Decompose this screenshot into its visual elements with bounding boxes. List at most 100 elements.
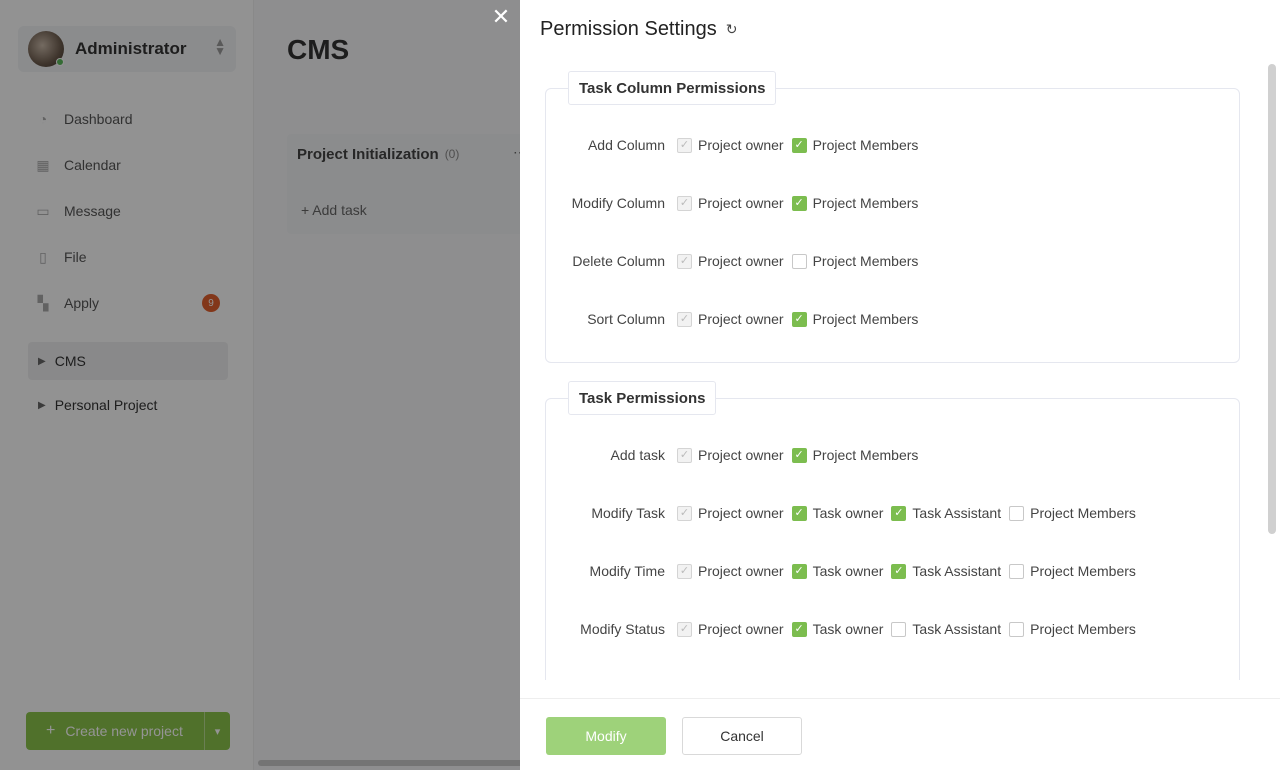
option-label: Project Members [812, 195, 919, 211]
permission-row: Add task ✓ Project owner ✓ Project Members [546, 444, 1241, 466]
checkbox-disabled: ✓ [677, 505, 692, 521]
permission-label: Add Column [587, 137, 665, 153]
option-label: Project owner [698, 311, 784, 327]
checkbox-disabled [677, 679, 692, 680]
permission-row-partial [546, 676, 1241, 680]
permission-row: Add Column ✓ Project owner ✓ Project Membe… [546, 134, 1241, 156]
checkbox-disabled: ✓ [677, 253, 692, 269]
checkbox-checked[interactable]: ✓ [891, 563, 907, 579]
checkbox-unchecked[interactable] [1009, 621, 1025, 637]
modify-button[interactable]: Modify [546, 717, 666, 755]
option-label: Project Members [1030, 621, 1136, 637]
checkbox-project-members[interactable]: Project Members [1009, 505, 1136, 521]
option-label: Project Members [1030, 563, 1136, 579]
checkbox-disabled: ✓ [677, 447, 692, 463]
checkbox-disabled: ✓ [677, 137, 692, 153]
checkbox-checked[interactable]: ✓ [791, 621, 807, 637]
section-title: Task Permissions [568, 381, 717, 415]
permission-label: Modify Time [589, 563, 665, 579]
permission-label: Modify Status [580, 621, 665, 637]
option-label: Project Members [1030, 505, 1136, 521]
checkbox-checked[interactable]: ✓ [791, 311, 807, 327]
checkbox-project-owner: ✓ Project owner [677, 563, 784, 579]
permission-row: Modify Task ✓ Project owner ✓ Task owner ✓… [546, 502, 1241, 524]
option-label: Project owner [698, 505, 784, 521]
permission-row: Delete Column ✓ Project owner Project Mem… [546, 250, 1241, 272]
drawer-body: Task Column Permissions Add Column ✓ Proj… [520, 60, 1266, 680]
checkbox-disabled: ✓ [677, 311, 692, 327]
option-label: Task owner [812, 621, 884, 637]
checkbox-unchecked[interactable] [891, 621, 907, 637]
vertical-scrollbar[interactable] [1265, 62, 1277, 678]
checkbox-task-owner[interactable]: ✓ Task owner [791, 621, 884, 637]
checkbox-project-members[interactable]: ✓ Project Members [791, 195, 919, 211]
task-column-permissions-section: Task Column Permissions Add Column ✓ Proj… [545, 71, 1241, 363]
checkbox-project-owner: ✓ Project owner [677, 447, 784, 463]
checkbox-checked[interactable]: ✓ [791, 563, 807, 579]
checkbox-project-owner: ✓ Project owner [677, 253, 784, 269]
close-icon[interactable]: ✕ [490, 6, 512, 28]
option-label: Task owner [812, 563, 884, 579]
option-label: Task Assistant [912, 563, 1002, 579]
option-label: Project Members [812, 253, 919, 269]
permission-row: Modify Time ✓ Project owner ✓ Task owner ✓… [546, 560, 1241, 582]
permission-row: Modify Status ✓ Project owner ✓ Task owner… [546, 618, 1241, 640]
option-label: Project owner [698, 563, 784, 579]
option-label: Task owner [812, 505, 884, 521]
drawer-header: Permission Settings ↻ [540, 18, 737, 41]
checkbox-project-members[interactable]: Project Members [791, 253, 919, 269]
option-label: Project Members [812, 137, 919, 153]
checkbox-project-members[interactable]: ✓ Project Members [791, 447, 919, 463]
option-label: Task Assistant [912, 505, 1002, 521]
option-label: Project owner [698, 447, 784, 463]
permission-row: Sort Column ✓ Project owner ✓ Project Memb… [546, 308, 1241, 330]
section-title: Task Column Permissions [568, 71, 777, 105]
checkbox-unchecked[interactable] [1009, 563, 1025, 579]
checkbox-disabled: ✓ [677, 621, 692, 637]
checkbox-checked[interactable]: ✓ [791, 137, 807, 153]
drawer-footer: Modify Cancel [520, 698, 1280, 770]
checkbox-disabled: ✓ [677, 195, 692, 211]
checkbox-task-owner[interactable]: ✓ Task owner [791, 505, 884, 521]
checkbox-project-members[interactable]: ✓ Project Members [791, 137, 919, 153]
checkbox-project-owner: ✓ Project owner [677, 137, 784, 153]
checkbox-project-owner: ✓ Project owner [677, 195, 784, 211]
checkbox-checked[interactable]: ✓ [791, 505, 807, 521]
option-label: Task Assistant [912, 621, 1002, 637]
checkbox-task-assistant[interactable]: Task Assistant [891, 621, 1001, 637]
permission-label: Delete Column [572, 253, 665, 269]
checkbox-unchecked[interactable] [1009, 505, 1025, 521]
option-label: Project owner [698, 621, 784, 637]
checkbox-project-members[interactable]: ✓ Project Members [791, 311, 919, 327]
checkbox-project-members[interactable]: Project Members [1009, 563, 1136, 579]
refresh-icon[interactable]: ↻ [726, 21, 738, 38]
drawer-title: Permission Settings [540, 18, 717, 40]
checkbox-checked[interactable]: ✓ [891, 505, 907, 521]
checkbox-project-members[interactable]: Project Members [1009, 621, 1136, 637]
checkbox-task-owner[interactable]: ✓ Task owner [791, 563, 884, 579]
option-label: Project owner [698, 253, 784, 269]
checkbox-unchecked[interactable] [791, 253, 807, 269]
option-label: Project Members [812, 311, 919, 327]
option-label: Project owner [698, 195, 784, 211]
permission-label: Add task [610, 447, 665, 463]
checkbox-task-assistant[interactable]: ✓ Task Assistant [891, 505, 1001, 521]
task-permissions-section: Task Permissions Add task ✓ Project owner… [545, 381, 1241, 680]
checkbox-checked[interactable]: ✓ [791, 447, 807, 463]
checkbox-project-owner: ✓ Project owner [677, 311, 784, 327]
permission-label: Modify Task [591, 505, 665, 521]
cancel-button[interactable]: Cancel [682, 717, 802, 755]
option-label: Project Members [812, 447, 919, 463]
checkbox-project-owner: ✓ Project owner [677, 505, 784, 521]
checkbox-partial [677, 679, 698, 680]
permission-label: Sort Column [587, 311, 665, 327]
scrollbar-thumb[interactable] [1268, 64, 1276, 534]
checkbox-checked[interactable]: ✓ [791, 195, 807, 211]
permission-drawer: Permission Settings ↻ Task Column Permis… [520, 0, 1280, 770]
option-label: Project owner [698, 137, 784, 153]
checkbox-disabled: ✓ [677, 563, 692, 579]
permission-row: Modify Column ✓ Project owner ✓ Project Me… [546, 192, 1241, 214]
checkbox-project-owner: ✓ Project owner [677, 621, 784, 637]
checkbox-task-assistant[interactable]: ✓ Task Assistant [891, 563, 1001, 579]
permission-label: Modify Column [571, 195, 665, 211]
